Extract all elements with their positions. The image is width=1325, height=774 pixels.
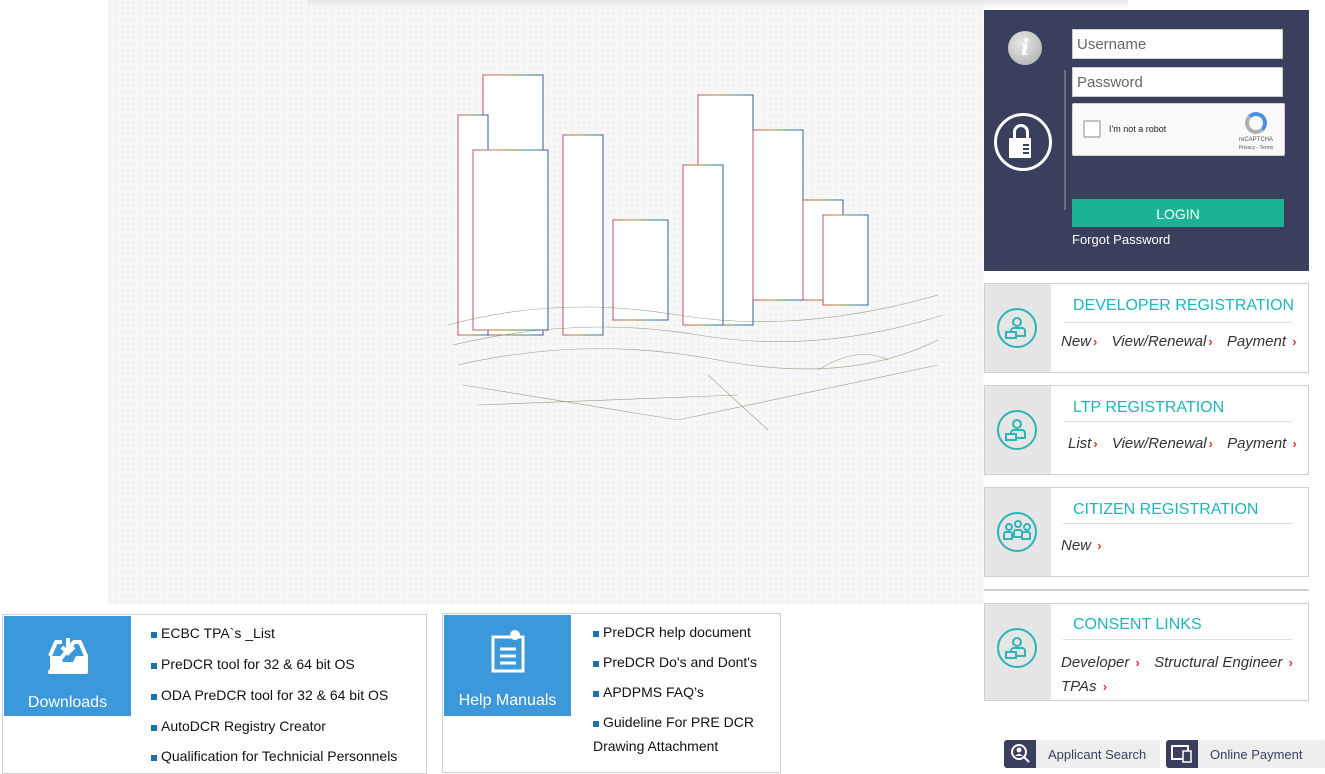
downloads-label: Downloads xyxy=(27,694,108,711)
chevron-right-icon: › xyxy=(1292,436,1297,451)
downloads-tile[interactable]: Downloads xyxy=(4,616,131,716)
citizen-new-link[interactable]: New › xyxy=(1061,537,1102,554)
forgot-password-link[interactable]: Forgot Password xyxy=(1072,232,1170,247)
card-divider xyxy=(1063,421,1292,422)
hero-banner xyxy=(108,0,1128,604)
consent-user-icon xyxy=(997,628,1037,668)
list-item[interactable]: PreDCR help document xyxy=(593,624,757,640)
card-divider xyxy=(1063,523,1292,524)
consent-links-card: CONSENT LINKS Developer › Structural Eng… xyxy=(984,603,1309,701)
info-icon[interactable]: i xyxy=(1008,31,1042,65)
chevron-right-icon: › xyxy=(1292,334,1297,349)
card-title: CITIZEN REGISTRATION xyxy=(1073,501,1259,518)
recaptcha-terms-link[interactable]: Privacy - Terms xyxy=(1233,145,1279,151)
recaptcha-logo-icon xyxy=(1245,112,1267,134)
help-manuals-label: Help Manuals xyxy=(458,692,557,709)
chevron-right-icon: › xyxy=(1097,538,1102,553)
developer-new-link[interactable]: New › xyxy=(1061,333,1097,350)
ltp-registration-card: LTP REGISTRATION List › View/Renewal › Pay… xyxy=(984,385,1309,475)
download-inbox-icon xyxy=(48,638,88,674)
help-manuals-list: PreDCR help document PreDCR Do's and Don… xyxy=(593,624,757,754)
card-title: DEVELOPER REGISTRATION xyxy=(1073,297,1295,314)
consent-developer-link[interactable]: Developer › xyxy=(1061,654,1140,671)
username-input[interactable] xyxy=(1072,29,1283,59)
ltp-view-renewal-link[interactable]: View/Renewal › xyxy=(1112,435,1213,452)
city-sketch-illustration xyxy=(447,70,944,431)
downloads-panel: Downloads ECBC TPA`s _List PreDCR tool f… xyxy=(2,614,427,774)
document-icon xyxy=(491,630,525,673)
citizen-group-icon xyxy=(997,512,1037,552)
chevron-right-icon: › xyxy=(1288,655,1293,670)
card-icon-area xyxy=(985,604,1051,700)
list-item[interactable]: ECBC TPA`s _List xyxy=(151,625,397,641)
developer-user-icon xyxy=(997,308,1037,348)
banner-shadow xyxy=(308,0,1128,8)
list-item[interactable]: PreDCR Do's and Dont's xyxy=(593,654,757,670)
chevron-right-icon: › xyxy=(1102,679,1108,694)
chevron-right-icon: › xyxy=(1093,436,1098,451)
chevron-right-icon: › xyxy=(1135,655,1140,670)
online-payment-label: Online Payment xyxy=(1210,747,1303,762)
card-links-row2: TPAs › xyxy=(1061,678,1117,695)
list-item-continuation[interactable]: Drawing Attachment xyxy=(593,738,757,754)
chevron-right-icon: › xyxy=(1208,436,1213,451)
card-links: New › xyxy=(1061,537,1112,554)
card-icon-area xyxy=(985,284,1051,372)
recaptcha-label: I'm not a robot xyxy=(1109,124,1167,134)
list-item[interactable]: PreDCR tool for 32 & 64 bit OS xyxy=(151,656,397,672)
payment-screen-icon xyxy=(1166,740,1198,768)
card-icon-area xyxy=(985,488,1051,576)
list-item[interactable]: ODA PreDCR tool for 32 & 64 bit OS xyxy=(151,687,397,703)
downloads-list: ECBC TPA`s _List PreDCR tool for 32 & 64… xyxy=(151,625,397,764)
recaptcha-widget: I'm not a robot reCAPTCHA Privacy - Term… xyxy=(1072,103,1285,156)
lock-icon xyxy=(994,113,1052,171)
card-divider xyxy=(1063,322,1292,323)
consent-structural-engineer-link[interactable]: Structural Engineer › xyxy=(1154,654,1293,671)
developer-payment-link[interactable]: Payment › xyxy=(1227,333,1297,350)
help-manuals-panel: Help Manuals PreDCR help document PreDCR… xyxy=(442,613,781,773)
login-button[interactable]: LOGIN xyxy=(1072,199,1284,227)
password-input[interactable] xyxy=(1072,67,1283,97)
ltp-list-link[interactable]: List › xyxy=(1068,435,1098,452)
applicant-search-label: Applicant Search xyxy=(1048,747,1147,762)
login-panel: i I'm not a robot reCAPTCHA Privacy - Te… xyxy=(984,10,1309,271)
recaptcha-checkbox[interactable] xyxy=(1083,120,1101,138)
card-links: Developer › Structural Engineer › xyxy=(1061,654,1303,671)
card-title: CONSENT LINKS xyxy=(1073,616,1202,633)
developer-view-renewal-link[interactable]: View/Renewal › xyxy=(1112,333,1213,350)
citizen-registration-card: CITIZEN REGISTRATION New › xyxy=(984,487,1309,577)
applicant-search-button[interactable]: Applicant Search xyxy=(1004,740,1160,768)
card-divider xyxy=(1063,639,1292,640)
list-item[interactable]: APDPMS FAQ’s xyxy=(593,684,757,700)
chevron-right-icon: › xyxy=(1093,334,1098,349)
developer-registration-card: DEVELOPER REGISTRATION New › View/Renewal… xyxy=(984,283,1309,373)
consent-tpas-link[interactable]: TPAs › xyxy=(1061,678,1107,695)
list-item[interactable]: AutoDCR Registry Creator xyxy=(151,718,397,734)
divider xyxy=(1064,70,1066,210)
user-search-icon xyxy=(1004,740,1036,768)
chevron-right-icon: › xyxy=(1208,334,1213,349)
online-payment-button[interactable]: Online Payment xyxy=(1166,740,1325,768)
list-item[interactable]: Guideline For PRE DCR xyxy=(593,714,757,730)
ltp-user-icon xyxy=(997,410,1037,450)
recaptcha-brand: reCAPTCHA xyxy=(1238,137,1273,143)
section-divider xyxy=(984,589,1309,591)
help-manuals-tile[interactable]: Help Manuals xyxy=(444,615,571,716)
card-links: New › View/Renewal › Payment › xyxy=(1061,333,1307,350)
ltp-payment-link[interactable]: Payment › xyxy=(1227,435,1297,452)
card-title: LTP REGISTRATION xyxy=(1073,399,1225,416)
card-icon-area xyxy=(985,386,1051,474)
card-links: List › View/Renewal › Payment › xyxy=(1068,435,1307,452)
